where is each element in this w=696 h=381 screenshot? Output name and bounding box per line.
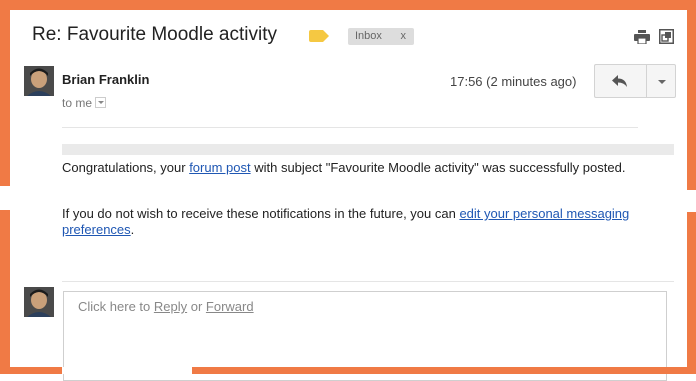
my-avatar [24,287,54,317]
header-divider [62,127,638,128]
reply-prompt: Click here to Reply or Forward [78,299,254,314]
p1-text-start: Congratulations, your [62,160,190,175]
show-details-icon[interactable] [95,97,107,109]
message-paragraph-1: Congratulations, your forum post with su… [62,160,642,176]
inbox-label-text: Inbox [355,30,382,42]
more-options-button[interactable] [646,64,676,98]
reply-prompt-text: Click here to [78,299,154,314]
email-subject: Re: Favourite Moodle activity [32,24,277,45]
to-me-label: to me [62,96,93,110]
message-footer-divider [62,281,674,282]
reply-or-text: or [187,299,206,314]
p1-text-end: with subject "Favourite Moodle activity"… [250,160,626,175]
new-window-icon[interactable] [659,29,674,44]
p2-text-end: . [130,222,135,237]
reply-arrow-icon [612,75,627,87]
frame-gap-left [0,186,10,210]
sender-name[interactable]: Brian Franklin [62,72,149,87]
frame-gap-bottom [62,367,192,374]
sender-avatar[interactable] [24,66,54,96]
inbox-label-chip[interactable]: Inbox x [348,28,414,45]
forward-link[interactable]: Forward [206,299,254,314]
email-timestamp: 17:56 (2 minutes ago) [450,74,577,89]
message-paragraph-2: If you do not wish to receive these noti… [62,206,642,238]
frame-gap-right [687,190,696,212]
label-tag-icon[interactable] [309,30,329,42]
p2-text-start: If you do not wish to receive these noti… [62,206,460,221]
message-top-strip [62,144,674,155]
reply-button[interactable] [594,64,646,98]
print-icon[interactable] [634,30,650,44]
forum-post-link[interactable]: forum post [189,160,250,175]
reply-link[interactable]: Reply [154,299,187,314]
remove-label-icon[interactable]: x [401,28,407,45]
recipient-line: to me [62,96,107,110]
